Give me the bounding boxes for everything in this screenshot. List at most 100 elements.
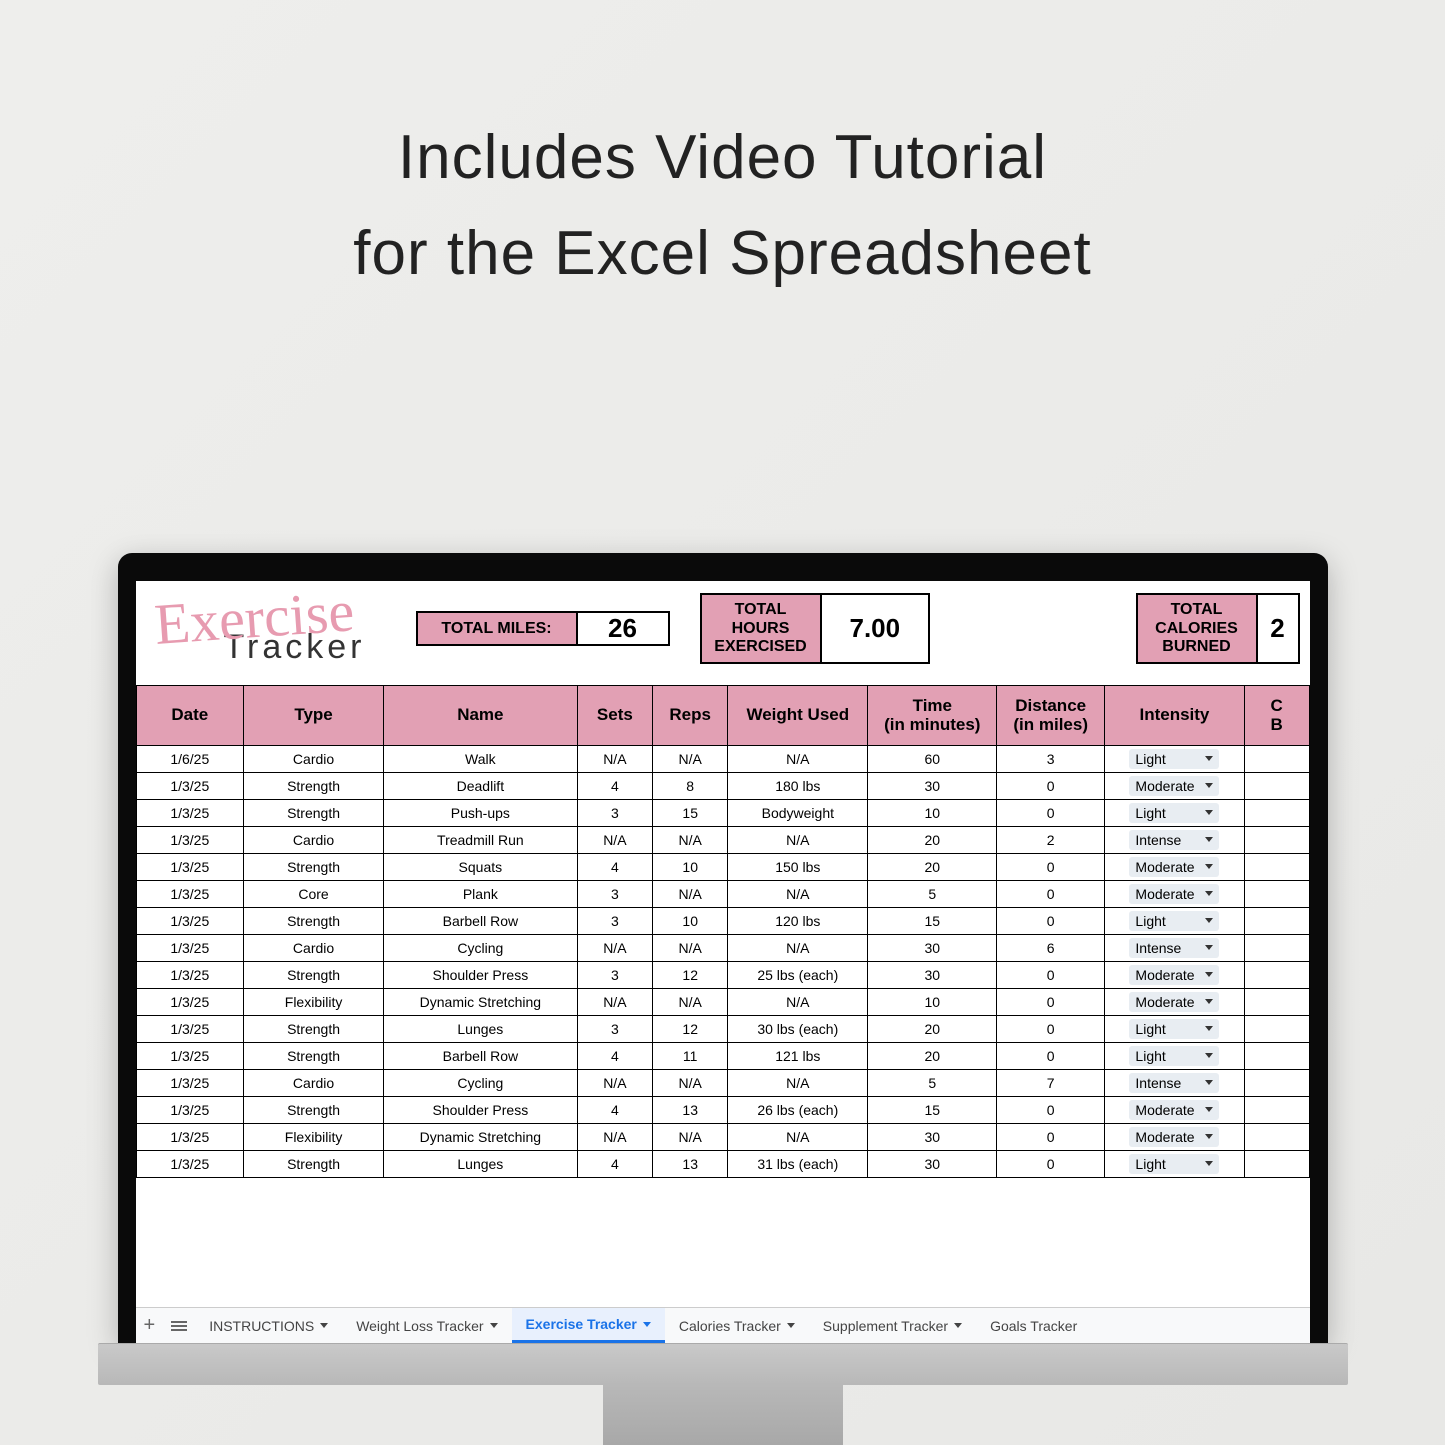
- table-row[interactable]: 1/3/25CardioCyclingN/AN/AN/A306Intense: [136, 934, 1309, 961]
- cell-weight[interactable]: 25 lbs (each): [728, 961, 868, 988]
- cell-reps[interactable]: 8: [653, 772, 728, 799]
- data-table-wrap[interactable]: Date Type Name Sets Reps Weight Used Tim…: [136, 685, 1310, 1245]
- cell-time[interactable]: 30: [868, 772, 997, 799]
- cell-name[interactable]: Barbell Row: [384, 907, 578, 934]
- table-row[interactable]: 1/3/25CardioCyclingN/AN/AN/A57Intense: [136, 1069, 1309, 1096]
- intensity-dropdown[interactable]: Light: [1129, 1154, 1219, 1174]
- cell-type[interactable]: Strength: [244, 1096, 384, 1123]
- cell-intensity[interactable]: Moderate: [1104, 772, 1244, 799]
- cell-intensity[interactable]: Moderate: [1104, 1096, 1244, 1123]
- cell-type[interactable]: Flexibility: [244, 1123, 384, 1150]
- cell-dist[interactable]: 0: [997, 1096, 1105, 1123]
- cell-type[interactable]: Strength: [244, 1150, 384, 1177]
- cell-dist[interactable]: 0: [997, 1123, 1105, 1150]
- cell-calories[interactable]: [1244, 907, 1309, 934]
- cell-dist[interactable]: 7: [997, 1069, 1105, 1096]
- cell-intensity[interactable]: Intense: [1104, 1069, 1244, 1096]
- cell-intensity[interactable]: Light: [1104, 1015, 1244, 1042]
- cell-calories[interactable]: [1244, 745, 1309, 772]
- cell-dist[interactable]: 0: [997, 988, 1105, 1015]
- cell-calories[interactable]: [1244, 799, 1309, 826]
- intensity-dropdown[interactable]: Moderate: [1129, 1127, 1219, 1147]
- cell-reps[interactable]: 15: [653, 799, 728, 826]
- cell-type[interactable]: Cardio: [244, 826, 384, 853]
- cell-date[interactable]: 1/3/25: [136, 853, 244, 880]
- col-intensity[interactable]: Intensity: [1104, 685, 1244, 745]
- cell-weight[interactable]: 26 lbs (each): [728, 1096, 868, 1123]
- cell-calories[interactable]: [1244, 1015, 1309, 1042]
- cell-type[interactable]: Strength: [244, 1042, 384, 1069]
- col-distance[interactable]: Distance (in miles): [997, 685, 1105, 745]
- intensity-dropdown[interactable]: Light: [1129, 1019, 1219, 1039]
- cell-reps[interactable]: N/A: [653, 826, 728, 853]
- col-type[interactable]: Type: [244, 685, 384, 745]
- col-date[interactable]: Date: [136, 685, 244, 745]
- cell-date[interactable]: 1/3/25: [136, 1150, 244, 1177]
- cell-name[interactable]: Push-ups: [384, 799, 578, 826]
- cell-time[interactable]: 60: [868, 745, 997, 772]
- cell-time[interactable]: 30: [868, 961, 997, 988]
- cell-date[interactable]: 1/3/25: [136, 934, 244, 961]
- intensity-dropdown[interactable]: Light: [1129, 911, 1219, 931]
- table-row[interactable]: 1/3/25StrengthPush-ups315Bodyweight100Li…: [136, 799, 1309, 826]
- cell-date[interactable]: 1/3/25: [136, 880, 244, 907]
- cell-name[interactable]: Plank: [384, 880, 578, 907]
- cell-intensity[interactable]: Light: [1104, 1150, 1244, 1177]
- cell-name[interactable]: Dynamic Stretching: [384, 988, 578, 1015]
- cell-time[interactable]: 30: [868, 1150, 997, 1177]
- cell-weight[interactable]: 30 lbs (each): [728, 1015, 868, 1042]
- cell-date[interactable]: 1/3/25: [136, 907, 244, 934]
- cell-calories[interactable]: [1244, 1096, 1309, 1123]
- cell-intensity[interactable]: Light: [1104, 745, 1244, 772]
- col-weight[interactable]: Weight Used: [728, 685, 868, 745]
- table-row[interactable]: 1/3/25CardioTreadmill RunN/AN/AN/A202Int…: [136, 826, 1309, 853]
- cell-type[interactable]: Strength: [244, 799, 384, 826]
- cell-weight[interactable]: N/A: [728, 826, 868, 853]
- cell-sets[interactable]: 3: [577, 907, 652, 934]
- cell-reps[interactable]: N/A: [653, 745, 728, 772]
- cell-time[interactable]: 30: [868, 934, 997, 961]
- cell-date[interactable]: 1/6/25: [136, 745, 244, 772]
- intensity-dropdown[interactable]: Intense: [1129, 938, 1219, 958]
- cell-dist[interactable]: 6: [997, 934, 1105, 961]
- cell-time[interactable]: 30: [868, 1123, 997, 1150]
- cell-sets[interactable]: 3: [577, 799, 652, 826]
- cell-intensity[interactable]: Moderate: [1104, 853, 1244, 880]
- cell-weight[interactable]: 150 lbs: [728, 853, 868, 880]
- cell-time[interactable]: 20: [868, 826, 997, 853]
- cell-reps[interactable]: 13: [653, 1096, 728, 1123]
- cell-name[interactable]: Treadmill Run: [384, 826, 578, 853]
- cell-sets[interactable]: 3: [577, 880, 652, 907]
- cell-dist[interactable]: 0: [997, 799, 1105, 826]
- cell-calories[interactable]: [1244, 1150, 1309, 1177]
- col-name[interactable]: Name: [384, 685, 578, 745]
- cell-type[interactable]: Core: [244, 880, 384, 907]
- cell-sets[interactable]: 4: [577, 853, 652, 880]
- cell-sets[interactable]: 3: [577, 961, 652, 988]
- cell-dist[interactable]: 0: [997, 907, 1105, 934]
- cell-reps[interactable]: 10: [653, 907, 728, 934]
- cell-weight[interactable]: N/A: [728, 1069, 868, 1096]
- col-calories[interactable]: C B: [1244, 685, 1309, 745]
- intensity-dropdown[interactable]: Light: [1129, 749, 1219, 769]
- all-sheets-button[interactable]: [163, 1308, 195, 1343]
- cell-dist[interactable]: 0: [997, 880, 1105, 907]
- cell-dist[interactable]: 0: [997, 1042, 1105, 1069]
- cell-reps[interactable]: 10: [653, 853, 728, 880]
- cell-intensity[interactable]: Moderate: [1104, 880, 1244, 907]
- cell-sets[interactable]: N/A: [577, 934, 652, 961]
- cell-weight[interactable]: 121 lbs: [728, 1042, 868, 1069]
- cell-dist[interactable]: 0: [997, 853, 1105, 880]
- cell-time[interactable]: 5: [868, 1069, 997, 1096]
- tab-exercise[interactable]: Exercise Tracker: [512, 1308, 665, 1343]
- tab-instructions[interactable]: INSTRUCTIONS: [195, 1308, 342, 1343]
- cell-name[interactable]: Dynamic Stretching: [384, 1123, 578, 1150]
- cell-weight[interactable]: Bodyweight: [728, 799, 868, 826]
- cell-calories[interactable]: [1244, 1123, 1309, 1150]
- cell-reps[interactable]: N/A: [653, 1069, 728, 1096]
- cell-date[interactable]: 1/3/25: [136, 1015, 244, 1042]
- intensity-dropdown[interactable]: Moderate: [1129, 884, 1219, 904]
- cell-date[interactable]: 1/3/25: [136, 1123, 244, 1150]
- cell-name[interactable]: Cycling: [384, 934, 578, 961]
- cell-calories[interactable]: [1244, 988, 1309, 1015]
